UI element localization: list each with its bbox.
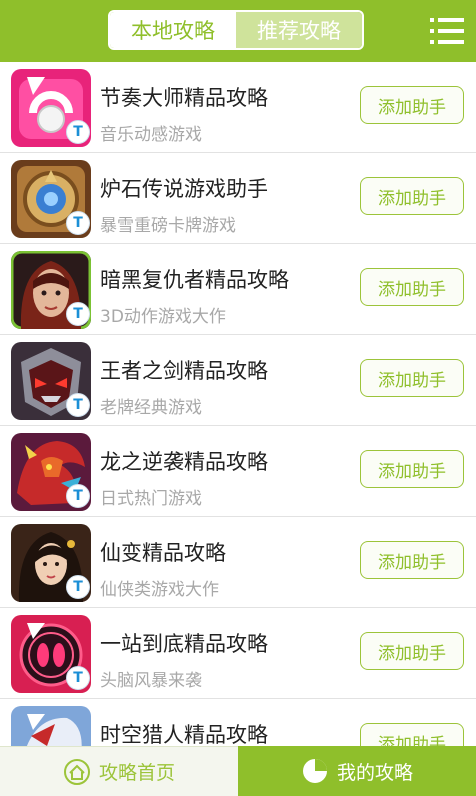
- item-subtitle: 日式热门游戏: [100, 489, 202, 509]
- list-item[interactable]: T 仙变精品攻略 仙侠类游戏大作 添加助手: [0, 517, 476, 608]
- add-assistant-button[interactable]: 添加助手: [360, 268, 464, 306]
- tab-switcher: 本地攻略 推荐攻略: [108, 10, 364, 50]
- item-subtitle: 老牌经典游戏: [100, 398, 202, 418]
- item-title: 节奏大师精品攻略: [100, 86, 268, 110]
- item-subtitle: 仙侠类游戏大作: [100, 580, 219, 600]
- bottom-nav: 攻略首页 我的攻略: [0, 746, 476, 796]
- item-subtitle: 头脑风暴来袭: [100, 671, 202, 691]
- add-assistant-button[interactable]: 添加助手: [360, 632, 464, 670]
- list-item[interactable]: T 暗黑复仇者精品攻略 3D动作游戏大作 添加助手: [0, 244, 476, 335]
- tab-local-guides[interactable]: 本地攻略: [110, 12, 236, 48]
- list-item[interactable]: T 王者之剑精品攻略 老牌经典游戏 添加助手: [0, 335, 476, 426]
- add-assistant-button[interactable]: 添加助手: [360, 450, 464, 488]
- tab-recommended-guides[interactable]: 推荐攻略: [236, 12, 362, 48]
- add-assistant-button[interactable]: 添加助手: [360, 723, 464, 746]
- add-assistant-button[interactable]: 添加助手: [360, 177, 464, 215]
- item-title: 暗黑复仇者精品攻略: [100, 268, 289, 292]
- tencent-badge-icon: T: [66, 211, 90, 235]
- list-item[interactable]: T 龙之逆袭精品攻略 日式热门游戏 添加助手: [0, 426, 476, 517]
- item-subtitle: 音乐动感游戏: [100, 125, 202, 145]
- item-subtitle: 3D动作游戏大作: [100, 307, 226, 327]
- item-title: 时空猎人精品攻略: [100, 723, 268, 746]
- nav-guide-home[interactable]: 攻略首页: [0, 746, 238, 796]
- home-icon: [63, 758, 90, 785]
- add-assistant-button[interactable]: 添加助手: [360, 541, 464, 579]
- nav-my-guides[interactable]: 我的攻略: [238, 746, 476, 796]
- list-item[interactable]: T 炉石传说游戏助手 暴雪重磅卡牌游戏 添加助手: [0, 153, 476, 244]
- list-item[interactable]: T 节奏大师精品攻略 音乐动感游戏 添加助手: [0, 62, 476, 153]
- tencent-badge-icon: T: [66, 302, 90, 326]
- item-subtitle: 暴雪重磅卡牌游戏: [100, 216, 236, 236]
- guide-list[interactable]: T 节奏大师精品攻略 音乐动感游戏 添加助手 T 炉石传说游戏助手 暴雪重磅卡牌…: [0, 62, 476, 746]
- time-hunter-game-icon: [11, 706, 91, 746]
- item-title: 龙之逆袭精品攻略: [100, 450, 268, 474]
- list-menu-icon[interactable]: [430, 16, 464, 46]
- tencent-badge-icon: T: [66, 484, 90, 508]
- tencent-badge-icon: T: [66, 666, 90, 690]
- tencent-badge-icon: T: [66, 393, 90, 417]
- add-assistant-button[interactable]: 添加助手: [360, 86, 464, 124]
- nav-guide-home-label: 攻略首页: [98, 762, 175, 784]
- top-bar: 本地攻略 推荐攻略: [0, 0, 476, 62]
- list-item[interactable]: 时空猎人精品攻略 添加助手: [0, 699, 476, 746]
- nav-my-guides-label: 我的攻略: [336, 761, 413, 784]
- tencent-badge-icon: T: [66, 120, 90, 144]
- item-title: 炉石传说游戏助手: [100, 177, 268, 201]
- pie-chart-icon: [302, 759, 327, 783]
- item-title: 一站到底精品攻略: [100, 632, 268, 656]
- item-title: 王者之剑精品攻略: [100, 359, 268, 383]
- list-item[interactable]: T 一站到底精品攻略 头脑风暴来袭 添加助手: [0, 608, 476, 699]
- add-assistant-button[interactable]: 添加助手: [360, 359, 464, 397]
- tencent-badge-icon: T: [66, 575, 90, 599]
- item-title: 仙变精品攻略: [100, 541, 226, 565]
